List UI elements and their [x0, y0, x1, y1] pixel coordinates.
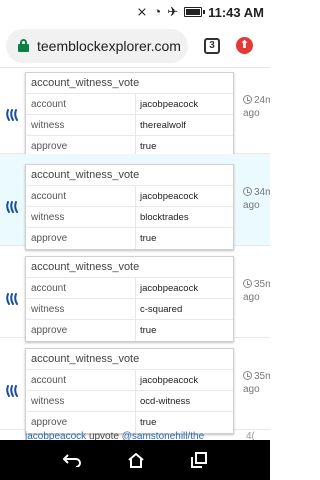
tab-switcher-button[interactable]: 3 [204, 37, 220, 54]
clock-icon [243, 371, 252, 380]
time-ago: 35m ago [243, 278, 270, 304]
operation-type: account_witness_vote [26, 73, 233, 94]
field-key: witness [26, 207, 136, 227]
field-key: witness [26, 391, 136, 411]
steem-logo-icon [6, 385, 18, 397]
time-ago-value: 24m [254, 95, 270, 106]
clock-icon [243, 187, 252, 196]
field-key: account [26, 370, 136, 390]
app-root: ⨯ ◔ ✈ 11:43 AM teemblockexplorer.com 3 ⬆… [0, 0, 270, 480]
status-time: 11:43 AM [208, 4, 264, 20]
operation-type: account_witness_vote [26, 349, 233, 370]
no-signal-icon: ⨯ [136, 4, 148, 19]
field-value: jacobpeacock [140, 283, 199, 294]
time-ago-suffix: ago [243, 200, 260, 211]
home-icon[interactable] [128, 452, 144, 468]
field-row: witness therealwolf [26, 115, 233, 136]
time-ago: 35m ago [243, 370, 270, 396]
airplane-icon: ✈ [167, 4, 179, 19]
field-row: witness blocktrades [26, 207, 233, 228]
time-ago-suffix: ago [243, 108, 260, 119]
time-ago: 24m ago [243, 94, 270, 120]
field-key: witness [26, 115, 136, 135]
field-value: blocktrades [140, 212, 189, 223]
steem-logo-icon [6, 109, 18, 121]
field-row: witness ocd-witness [26, 391, 233, 412]
steem-logo-icon [6, 201, 18, 213]
field-row: approve true [26, 412, 233, 433]
field-value: jacobpeacock [140, 99, 199, 110]
field-value: jacobpeacock [140, 375, 199, 386]
operation-card: account_witness_vote account jacobpeacock w… [25, 256, 234, 342]
field-key: account [26, 94, 136, 114]
field-value: therealwolf [140, 120, 186, 131]
action-text: upvote [88, 431, 119, 440]
battery-icon [184, 7, 206, 17]
operations-list: account_witness_vote account jacobpeacock w… [0, 68, 270, 440]
lock-icon [18, 39, 29, 52]
field-value: ocd-witness [140, 396, 191, 407]
field-key: approve [26, 412, 136, 433]
operation-row[interactable]: account_witness_vote account jacobpeacock w… [0, 154, 270, 250]
user-link[interactable]: jacobpeacock [25, 431, 86, 440]
address-bar[interactable]: teemblockexplorer.com [6, 28, 188, 63]
operation-card: account_witness_vote account jacobpeacock w… [25, 164, 234, 250]
field-key: account [26, 186, 136, 206]
steem-logo-icon [6, 293, 18, 305]
field-value: c-squared [140, 304, 183, 315]
field-value: true [140, 417, 157, 428]
post-link[interactable]: @samstonehill/the [122, 431, 204, 440]
field-row: witness c-squared [26, 299, 233, 320]
operation-row[interactable]: account_witness_vote account jacobpeacock w… [0, 68, 270, 158]
field-row: account jacobpeacock [26, 370, 233, 391]
operation-row[interactable]: account_witness_vote account jacobpeacock w… [0, 338, 270, 434]
recent-apps-icon[interactable] [190, 452, 207, 468]
partial-operation-text: jacobpeacock upvote @samstonehill/the [25, 431, 204, 440]
field-value: jacobpeacock [140, 191, 199, 202]
clock-icon [243, 279, 252, 288]
operation-card: account_witness_vote account jacobpeacock w… [25, 72, 234, 158]
time-ago-value: 35m [254, 279, 270, 290]
operation-type: account_witness_vote [26, 165, 233, 186]
time-ago-suffix: ago [243, 292, 260, 303]
field-key: witness [26, 299, 136, 319]
browser-toolbar: teemblockexplorer.com 3 ⬆ [0, 24, 270, 68]
time-ago-suffix: ago [243, 384, 260, 395]
operation-row[interactable]: account_witness_vote account jacobpeacock w… [0, 246, 270, 342]
update-arrow-icon[interactable]: ⬆ [236, 37, 253, 54]
field-row: account jacobpeacock [26, 186, 233, 207]
status-bar: ⨯ ◔ ✈ 11:43 AM [0, 0, 270, 24]
partial-time-ago: 4( [246, 431, 255, 440]
time-ago: 34m ago [243, 186, 270, 212]
time-ago-value: 34m [254, 187, 270, 198]
time-ago-value: 35m [254, 371, 270, 382]
clock-icon [243, 95, 252, 104]
url-text: teemblockexplorer.com [37, 37, 181, 54]
field-row: account jacobpeacock [26, 278, 233, 299]
field-row: account jacobpeacock [26, 94, 233, 115]
operation-type: account_witness_vote [26, 257, 233, 278]
operation-card: account_witness_vote account jacobpeacock w… [25, 348, 234, 434]
field-key: account [26, 278, 136, 298]
back-icon[interactable] [63, 453, 82, 467]
wifi-icon: ◔ [153, 4, 162, 19]
android-nav-bar [0, 440, 270, 480]
